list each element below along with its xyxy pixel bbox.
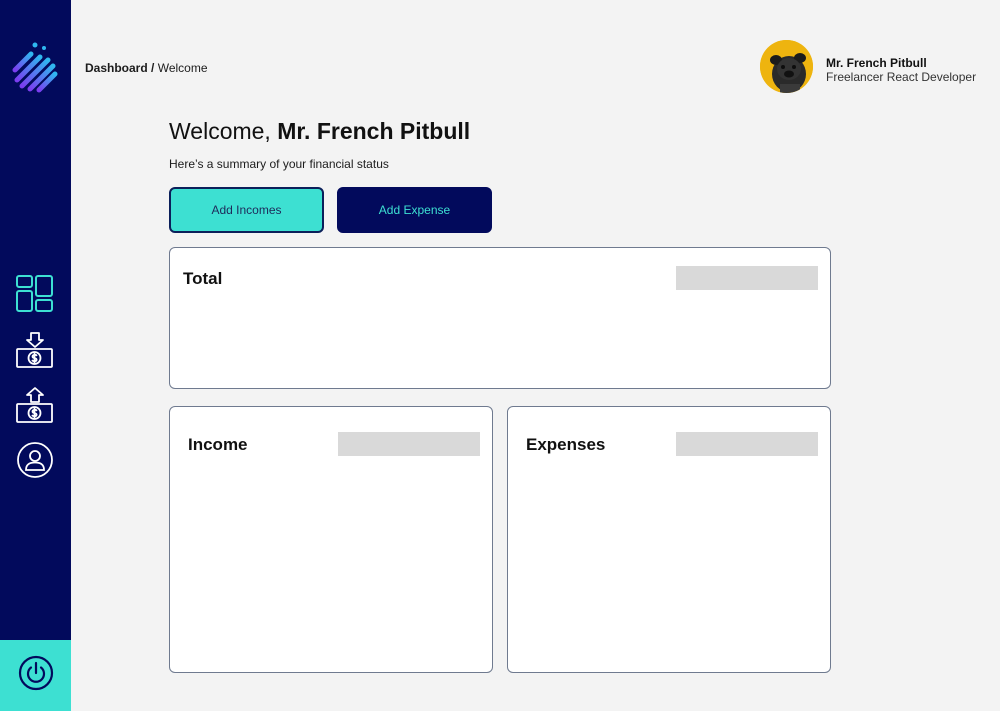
user-profile[interactable]: Mr. French Pitbull Freelancer React Deve… xyxy=(760,40,990,94)
app-logo-icon[interactable] xyxy=(11,40,61,96)
total-card-title: Total xyxy=(183,269,223,288)
money-up-arrow-icon xyxy=(13,387,57,433)
breadcrumb-separator: / xyxy=(147,61,158,75)
sidebar-item-incomes[interactable] xyxy=(13,330,57,374)
expenses-card: Expenses xyxy=(507,406,831,673)
total-card: Total xyxy=(169,247,831,389)
dashboard-grid-icon xyxy=(13,275,57,320)
sidebar-item-expenses[interactable] xyxy=(13,385,57,429)
profile-name: Mr. French Pitbull xyxy=(826,56,927,70)
income-value-placeholder xyxy=(338,432,480,456)
welcome-user-name: Mr. French Pitbull xyxy=(277,118,471,144)
avatar[interactable] xyxy=(760,40,813,93)
sidebar-item-dashboard[interactable] xyxy=(13,272,57,316)
welcome-prefix: Welcome, xyxy=(169,118,278,144)
expenses-card-title: Expenses xyxy=(526,435,606,454)
add-incomes-button[interactable]: Add Incomes xyxy=(169,187,324,233)
income-card: Income xyxy=(169,406,493,673)
breadcrumb: Dashboard / Welcome xyxy=(85,61,208,75)
sidebar-item-profile[interactable] xyxy=(13,438,57,482)
add-expense-button[interactable]: Add Expense xyxy=(337,187,492,233)
income-card-title: Income xyxy=(188,435,248,454)
page-title: Welcome, Mr. French Pitbull xyxy=(169,118,470,145)
money-down-arrow-icon xyxy=(13,332,57,378)
breadcrumb-current: Welcome xyxy=(157,61,208,75)
logout-button[interactable] xyxy=(0,640,71,711)
total-value-placeholder xyxy=(676,266,818,290)
breadcrumb-dashboard[interactable]: Dashboard xyxy=(85,61,148,75)
profile-role: Freelancer React Developer xyxy=(826,70,977,84)
page-subtitle: Here’s a summary of your financial statu… xyxy=(169,157,389,171)
expenses-value-placeholder xyxy=(676,432,818,456)
sidebar xyxy=(0,0,71,711)
power-icon xyxy=(17,654,55,697)
user-circle-icon xyxy=(13,442,57,486)
